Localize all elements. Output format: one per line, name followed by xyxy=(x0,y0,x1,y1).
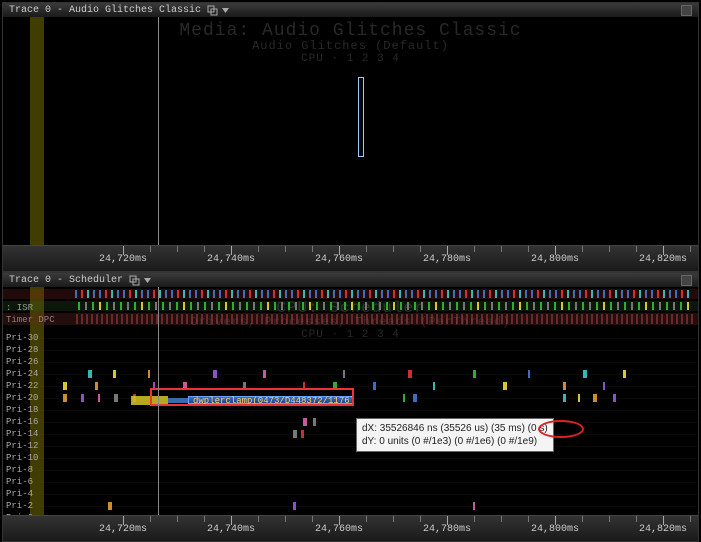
thread-event[interactable] xyxy=(408,370,412,378)
thread-event[interactable] xyxy=(263,370,266,378)
time-tick-label: 24,780ms xyxy=(423,254,471,265)
thread-event[interactable] xyxy=(303,382,305,390)
thread-event[interactable] xyxy=(333,382,337,390)
thread-event[interactable] xyxy=(433,382,435,390)
thread-event[interactable] xyxy=(503,382,507,390)
thread-event[interactable] xyxy=(213,370,217,378)
time-cursor-bottom[interactable] xyxy=(158,287,159,541)
triangle-down-icon[interactable] xyxy=(220,5,231,16)
thread-event[interactable] xyxy=(114,394,118,402)
audio-glitch-marker[interactable] xyxy=(358,77,364,157)
tooltip-line1-circled: 35 ms xyxy=(494,422,521,435)
time-tick-label: 24,800ms xyxy=(531,524,579,535)
time-tick-label: 24,740ms xyxy=(207,254,255,265)
thread-event[interactable] xyxy=(593,394,597,402)
tooltip-line1-post: ) (0 s) xyxy=(522,423,548,434)
panel-body-top[interactable]: Media: Audio Glitches Classic Audio Glit… xyxy=(3,17,698,271)
overlay-subtitle-glitches: Audio Glitches (Default) xyxy=(3,39,698,53)
panel-menu-icon[interactable] xyxy=(681,275,692,286)
thread-event[interactable] xyxy=(613,394,616,402)
detach-icon[interactable] xyxy=(207,5,218,16)
thread-event[interactable] xyxy=(578,394,580,402)
panel-title-top: Trace 0 - Audio Glitches Classic xyxy=(9,5,201,16)
thread-event[interactable] xyxy=(343,370,345,378)
panel-header-top[interactable]: Trace 0 - Audio Glitches Classic xyxy=(3,3,698,17)
thread-event[interactable] xyxy=(95,382,98,390)
thread-event[interactable] xyxy=(63,394,67,402)
thread-event[interactable] xyxy=(153,382,155,390)
thread-event[interactable] xyxy=(403,394,405,402)
tooltip-line2: dY: 0 units (0 #/1e3) (0 #/1e6) (0 #/1e9… xyxy=(362,435,548,448)
thread-event[interactable] xyxy=(183,382,187,390)
thread-event[interactable] xyxy=(81,394,84,402)
thread-event[interactable] xyxy=(473,370,476,378)
panel-header-bottom[interactable]: Trace 0 - Scheduler xyxy=(3,273,698,287)
time-axis-bottom[interactable]: 24,720ms 24,740ms 24,760ms 24,780ms 24,800ms… xyxy=(3,515,698,541)
time-tick-label: 24,820ms xyxy=(639,524,687,535)
time-tick-label: 24,820ms xyxy=(639,254,687,265)
thread-event[interactable] xyxy=(583,370,587,378)
tooltip-line1-pre: dX: 35526846 ns (35526 us) ( xyxy=(362,423,494,434)
selected-thread-span[interactable]: dwplerclamp(0473/D448372/1176) xyxy=(188,396,353,404)
thread-event[interactable] xyxy=(98,394,100,402)
triangle-down-icon[interactable] xyxy=(142,275,153,286)
detach-icon[interactable] xyxy=(129,275,140,286)
panel-body-bottom[interactable]: CPU: Scheduler Drivers, Processes, Threa… xyxy=(3,287,698,541)
time-cursor-top[interactable] xyxy=(158,17,159,271)
thread-event[interactable] xyxy=(301,430,304,438)
thread-event[interactable] xyxy=(313,418,316,426)
thread-event[interactable] xyxy=(243,382,246,390)
measurement-tooltip: dX: 35526846 ns (35526 us) (35 ms) (0 s)… xyxy=(356,418,554,452)
time-tick-label: 24,720ms xyxy=(99,254,147,265)
time-tick-label: 24,800ms xyxy=(531,254,579,265)
thread-event[interactable] xyxy=(603,382,605,390)
thread-event[interactable] xyxy=(413,394,417,402)
thread-event[interactable] xyxy=(563,382,566,390)
thread-event[interactable] xyxy=(88,370,92,378)
selected-span-label: dwplerclamp(0473/D448372/1176) xyxy=(193,396,355,406)
scheduler-tracks[interactable]: dwplerclamp(0473/D448372/1176) xyxy=(3,287,698,515)
thread-event[interactable] xyxy=(623,370,626,378)
overlay-cpu-list-top: CPU · 1 2 3 4 xyxy=(3,53,698,65)
time-selection-stripe xyxy=(30,17,44,271)
thread-event[interactable] xyxy=(63,382,67,390)
time-tick-label: 24,760ms xyxy=(315,524,363,535)
overlay-title-media: Media: Audio Glitches Classic xyxy=(3,21,698,41)
panel-scheduler: Trace 0 - Scheduler CPU: Scheduler Drive… xyxy=(2,272,699,542)
thread-event[interactable] xyxy=(473,502,475,510)
thread-event[interactable] xyxy=(293,502,296,510)
thread-event[interactable] xyxy=(148,370,150,378)
thread-event[interactable] xyxy=(563,394,566,402)
panel-audio-glitches: Trace 0 - Audio Glitches Classic Media: … xyxy=(2,2,699,272)
time-tick-label: 24,760ms xyxy=(315,254,363,265)
time-tick-label: 24,780ms xyxy=(423,524,471,535)
time-axis-top[interactable]: 24,720ms 24,740ms 24,760ms 24,780ms 24,800ms… xyxy=(3,245,698,271)
panel-menu-icon[interactable] xyxy=(681,5,692,16)
thread-event[interactable] xyxy=(528,370,530,378)
thread-event[interactable] xyxy=(293,430,297,438)
thread-event[interactable] xyxy=(373,382,376,390)
thread-event[interactable] xyxy=(113,370,116,378)
pri20-activity-block[interactable] xyxy=(131,396,168,405)
thread-event[interactable] xyxy=(303,418,307,426)
panel-title-bottom: Trace 0 - Scheduler xyxy=(9,275,123,286)
time-tick-label: 24,720ms xyxy=(99,524,147,535)
thread-event[interactable] xyxy=(108,502,112,510)
time-tick-label: 24,740ms xyxy=(207,524,255,535)
pri20-activity-block2[interactable] xyxy=(168,398,188,403)
